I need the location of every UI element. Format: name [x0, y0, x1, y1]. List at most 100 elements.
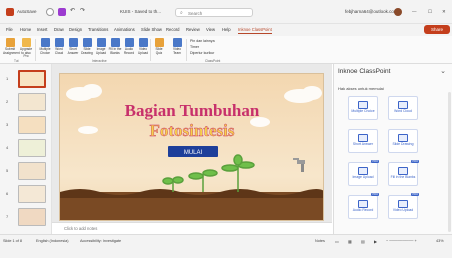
slide-number: 1	[6, 76, 9, 81]
language-status[interactable]: English (Indonesia)	[36, 239, 69, 243]
share-button[interactable]: Share	[424, 25, 450, 34]
close-icon[interactable]: ✕	[442, 9, 446, 15]
tab-record[interactable]: Record	[166, 27, 180, 32]
ribbon: Submit Assignment Upgrade to also Pro Mult…	[0, 36, 452, 64]
activity-label: Video Upload	[392, 208, 414, 212]
slide-thumbnail[interactable]	[18, 139, 46, 157]
slideshow-icon[interactable]: ▶	[374, 239, 377, 244]
activity-card[interactable]: Fill in the Blanks PRO	[388, 160, 419, 186]
avatar[interactable]	[394, 8, 402, 16]
activity-label: Audio Record	[352, 208, 374, 212]
pane-scrollbar[interactable]	[448, 92, 451, 232]
tab-inknoe-classpoint[interactable]: Inknoe ClassPoint	[238, 27, 272, 34]
ribbon-button-8[interactable]: Audio Record	[122, 38, 136, 55]
activity-icon	[398, 200, 408, 208]
undo-icon[interactable]: ↶	[70, 7, 75, 14]
activity-card[interactable]: Short Answer	[348, 129, 378, 153]
slide-thumbnail[interactable]	[18, 70, 46, 88]
search-box[interactable]: ⌕ Search	[175, 8, 253, 17]
slide-sorter-icon[interactable]: ▦	[348, 239, 352, 244]
activity-card[interactable]: Multiple Choice	[348, 96, 378, 120]
user-account[interactable]: febjharna64@outlook.com	[345, 9, 398, 14]
activity-card[interactable]: Video Upload PRO	[388, 193, 419, 219]
activity-icon	[358, 167, 368, 175]
pro-badge: PRO	[411, 160, 419, 163]
activity-card[interactable]: Word Cloud	[388, 96, 418, 120]
ribbon-button-icon	[124, 38, 134, 47]
ribbon-button-label: Word Cloud	[54, 47, 64, 55]
ribbon-group-label: ClassPoint	[205, 59, 221, 63]
ribbon-button-label: Submit Assignment	[3, 47, 20, 55]
status-bar: Slide 1 of 8 English (Indonesia) Accessi…	[0, 234, 452, 258]
tab-slide-show[interactable]: Slide Show	[141, 27, 162, 32]
slide-thumbnail[interactable]	[18, 116, 46, 134]
redo-icon[interactable]: ↷	[80, 7, 85, 14]
ribbon-button-5[interactable]: Slide Drawing	[80, 38, 94, 55]
ribbon-button-2[interactable]: Multiple Choice	[38, 38, 52, 55]
classpoint-pane: Inknoe ClassPoint ⌄ Hak akses untuk memu…	[333, 64, 452, 234]
title-bar: AutoSave ↶ ↷ KUIS - Saved to th... ⌕ Sea…	[0, 0, 452, 24]
tab-design[interactable]: Design	[69, 27, 82, 32]
activity-icon	[358, 101, 368, 109]
tab-animations[interactable]: Animations	[114, 27, 135, 32]
ribbon-button-icon	[68, 38, 78, 47]
slide-artwork: Bagian Tumbuhan Fotosintesis MULAI	[60, 84, 323, 220]
ribbon-small-item[interactable]: Pin dan lainnya	[190, 39, 215, 43]
file-name[interactable]: KUIS - Saved to th...	[120, 9, 161, 14]
slide-thumbnail[interactable]	[18, 93, 46, 111]
tab-file[interactable]: File	[6, 27, 13, 32]
ribbon-button-label: Video Team	[172, 47, 182, 55]
activity-card[interactable]: Audio Record PRO	[348, 193, 379, 219]
slide-thumbnail[interactable]	[18, 208, 46, 226]
autosave-toggle-icon[interactable]	[46, 8, 54, 16]
reading-view-icon[interactable]: ▤	[361, 239, 365, 244]
notes-toggle[interactable]: Notes	[315, 239, 325, 243]
ribbon-button-label: Fill in the Blanks	[108, 47, 122, 55]
autosave-label[interactable]: AutoSave	[17, 9, 37, 14]
tab-draw[interactable]: Draw	[54, 27, 64, 32]
ribbon-button-icon	[110, 38, 120, 47]
ribbon-button-4[interactable]: Short Answer	[66, 38, 80, 55]
ribbon-button-icon	[82, 38, 92, 47]
ribbon-button-9[interactable]: Video Upload	[136, 38, 150, 55]
zoom-level[interactable]: 43%	[436, 239, 444, 243]
maximize-icon[interactable]: ☐	[428, 9, 432, 15]
zoom-slider[interactable]: − ───────── +	[386, 239, 417, 243]
ribbon-button-icon	[40, 38, 50, 47]
tab-transitions[interactable]: Transitions	[88, 27, 108, 32]
powerpoint-logo-icon	[6, 8, 14, 16]
ribbon-button-label: Image Upload	[95, 47, 107, 55]
slide-thumbnail[interactable]	[18, 162, 46, 180]
ribbon-small-item[interactable]: Diperlur kurikur	[190, 51, 214, 55]
normal-view-icon[interactable]: ▭	[335, 239, 339, 244]
tab-help[interactable]: Help	[222, 27, 231, 32]
ribbon-tabs: File Home Insert Draw Design Transitions…	[0, 24, 452, 36]
ribbon-button-11[interactable]: Video Team	[170, 38, 184, 55]
tab-view[interactable]: View	[206, 27, 215, 32]
ribbon-button-10[interactable]: Slide Quiz	[152, 38, 166, 55]
ribbon-group-label: Interactive	[92, 59, 107, 63]
notes-area[interactable]: Click to add notes	[52, 222, 332, 234]
ribbon-small-item[interactable]: Timer	[190, 45, 199, 49]
current-slide[interactable]: Bagian Tumbuhan Fotosintesis MULAI	[59, 73, 324, 221]
slide-thumbnail[interactable]	[18, 185, 46, 203]
ribbon-button-1[interactable]: Upgrade to also Pro	[19, 38, 33, 59]
chevron-down-icon[interactable]: ⌄	[440, 67, 446, 75]
ribbon-button-6[interactable]: Image Upload	[94, 38, 108, 55]
activity-card[interactable]: Slide Drawing	[388, 129, 418, 153]
minimize-icon[interactable]: —	[412, 9, 417, 14]
ribbon-button-7[interactable]: Fill in the Blanks	[108, 38, 122, 55]
tab-insert[interactable]: Insert	[37, 27, 47, 32]
ribbon-button-icon	[96, 38, 106, 47]
ribbon-button-label: Short Answer	[67, 47, 79, 55]
ribbon-button-3[interactable]: Word Cloud	[52, 38, 66, 55]
tab-review[interactable]: Review	[186, 27, 200, 32]
ribbon-separator	[186, 39, 187, 61]
tab-home[interactable]: Home	[20, 27, 31, 32]
ribbon-button-label: Video Upload	[137, 47, 149, 55]
activity-card[interactable]: Image Upload PRO	[348, 160, 379, 186]
save-icon[interactable]	[58, 8, 66, 16]
ribbon-button-0[interactable]: Submit Assignment	[3, 38, 20, 55]
accessibility-status[interactable]: Accessibility: Investigate	[80, 239, 121, 243]
activity-label: Fill in the Blanks	[390, 175, 416, 179]
